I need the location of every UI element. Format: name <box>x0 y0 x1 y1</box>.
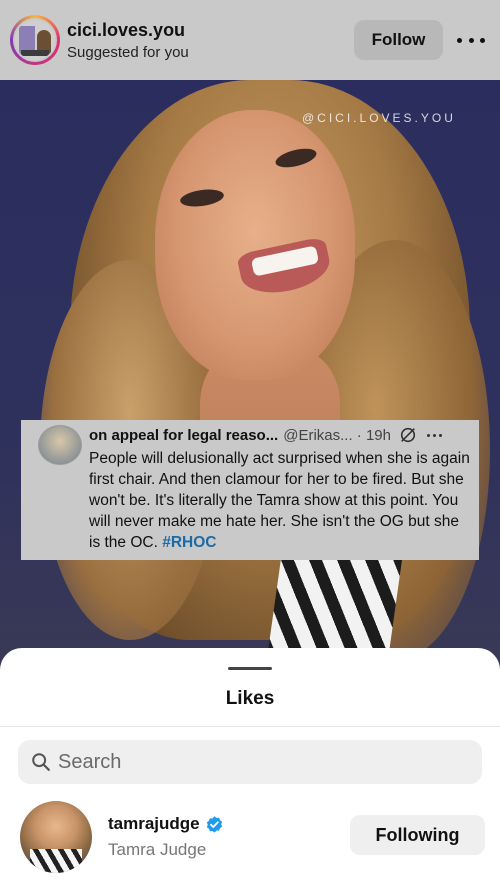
search-input[interactable] <box>58 740 458 784</box>
tweet-body: People will delusionally act surprised w… <box>89 448 471 553</box>
profile-avatar[interactable] <box>10 15 60 65</box>
likes-sheet: Likes tamrajudge Tamra Judge Following <box>0 648 500 882</box>
image-watermark: @CICI.LOVES.YOU <box>302 111 456 125</box>
list-item[interactable]: tamrajudge Tamra Judge Following <box>0 798 500 874</box>
post-image[interactable]: @CICI.LOVES.YOU <box>0 80 500 680</box>
search-bar[interactable] <box>18 740 482 784</box>
like-username-text: tamrajudge <box>108 814 200 833</box>
tweet-handle-time: @Erikas... · 19h <box>283 426 391 444</box>
like-full-name: Tamra Judge <box>108 840 207 859</box>
post-header: cici.loves.you Suggested for you Follow <box>0 0 500 80</box>
grok-icon <box>400 427 416 443</box>
tweet-more-icon <box>427 433 442 437</box>
like-username[interactable]: tamrajudge <box>108 814 224 834</box>
avatar[interactable] <box>20 801 92 873</box>
tweet-hashtag: #RHOC <box>162 534 217 551</box>
following-button[interactable]: Following <box>350 815 485 855</box>
tweet-card: on appeal for legal reaso... @Erikas... … <box>21 420 479 560</box>
verified-badge-icon <box>206 815 222 833</box>
sheet-title: Likes <box>225 688 275 709</box>
sheet-divider <box>0 726 500 727</box>
more-horizontal-icon[interactable] <box>457 30 485 50</box>
post-username[interactable]: cici.loves.you <box>67 20 185 41</box>
search-icon <box>32 753 50 771</box>
avatar-image <box>13 18 57 62</box>
tweet-avatar <box>38 425 82 465</box>
tweet-header: on appeal for legal reaso... @Erikas... … <box>89 426 469 444</box>
follow-button[interactable]: Follow <box>354 20 443 60</box>
sheet-grabber[interactable] <box>228 667 272 670</box>
tweet-text: People will delusionally act surprised w… <box>89 450 470 551</box>
post-subtitle: Suggested for you <box>67 44 189 61</box>
tweet-display-name: on appeal for legal reaso... <box>89 426 279 444</box>
